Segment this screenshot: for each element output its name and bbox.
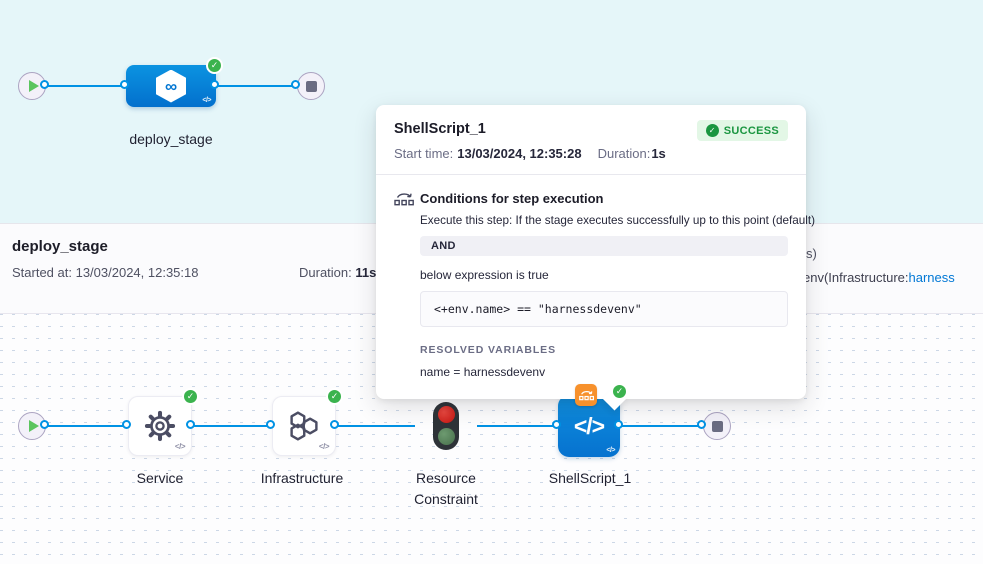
- check-glyph: ✓: [211, 60, 219, 71]
- edge-resource-to-shell: [477, 425, 558, 427]
- step-details-popover: ShellScript_1 ✓ SUCCESS Start time: 13/0…: [376, 105, 806, 399]
- stop-icon: [306, 81, 317, 92]
- hexagons-icon: [287, 411, 321, 441]
- stage-label: deploy_stage: [101, 129, 241, 150]
- code-mini-icon: </>: [606, 447, 615, 454]
- link-dot: [186, 420, 195, 429]
- link-dot: [122, 420, 131, 429]
- link-dot: [697, 420, 706, 429]
- pipeline-end-node[interactable]: [297, 72, 325, 100]
- traffic-light-icon: [433, 402, 459, 450]
- edge-stage-to-end: [216, 85, 297, 87]
- link-dot: [120, 80, 129, 89]
- link-dot: [614, 420, 623, 429]
- resolved-variables-title: RESOLVED VARIABLES: [420, 344, 788, 356]
- code-icon: </>: [574, 413, 604, 440]
- link-dot: [40, 420, 49, 429]
- conditions-content: Execute this step: If the stage executes…: [420, 214, 788, 379]
- step-label-service: Service: [98, 468, 222, 489]
- execute-condition-text: Execute this step: If the stage executes…: [420, 214, 788, 227]
- traffic-light-red: [438, 406, 455, 423]
- shellscript-success-check-icon: ✓: [611, 383, 628, 400]
- link-dot: [552, 420, 561, 429]
- duration-label: Duration:: [598, 146, 651, 161]
- summary-right-fragment-1: s): [806, 246, 817, 261]
- code-mini-icon: </>: [319, 442, 329, 451]
- conditional-icon: [579, 389, 594, 401]
- summary-env-text: env(Infrastructure:: [803, 270, 909, 285]
- link-dot: [266, 420, 275, 429]
- conditional-execution-icon: [394, 191, 414, 206]
- expression-code-block: <+env.name> == "harnessdevenv": [420, 291, 788, 327]
- infrastructure-success-check-icon: ✓: [326, 388, 343, 405]
- conditions-row: Conditions for step execution: [394, 191, 788, 206]
- edge-service-to-infra: [192, 425, 272, 427]
- link-dot: [40, 80, 49, 89]
- step-node-service[interactable]: </>: [128, 396, 192, 456]
- summary-duration: Duration: 11s: [299, 265, 376, 280]
- gear-icon: [142, 408, 178, 444]
- duration-value: 1s: [651, 146, 665, 161]
- status-badge: ✓ SUCCESS: [697, 120, 788, 141]
- step-node-resource-constraint[interactable]: [415, 396, 477, 456]
- summary-started-at: Started at: 13/03/2024, 12:35:18: [12, 265, 198, 280]
- summary-stage-title: deploy_stage: [12, 238, 108, 255]
- code-mini-icon: </>: [202, 97, 211, 104]
- conditional-execution-badge-icon: [575, 384, 597, 406]
- stage-success-check-icon: ✓: [206, 57, 223, 74]
- check-glyph: ✓: [331, 391, 339, 402]
- popover-subtitle: Start time: 13/03/2024, 12:35:28 Duratio…: [394, 146, 788, 161]
- step-label-infrastructure: Infrastructure: [240, 468, 364, 489]
- execution-end-node[interactable]: [703, 412, 731, 440]
- check-glyph: ✓: [616, 386, 624, 397]
- link-dot: [210, 80, 219, 89]
- step-label-shellscript: ShellScript_1: [528, 468, 652, 489]
- expression-intro: below expression is true: [420, 268, 788, 282]
- play-icon: [29, 420, 39, 432]
- start-time-label: Start time:: [394, 146, 453, 161]
- link-dot: [330, 420, 339, 429]
- service-success-check-icon: ✓: [182, 388, 199, 405]
- summary-duration-label: Duration:: [299, 265, 355, 280]
- check-glyph: ✓: [187, 391, 195, 402]
- popover-body: Conditions for step execution Execute th…: [376, 175, 806, 399]
- conditions-title: Conditions for step execution: [420, 191, 603, 206]
- edge-infra-to-resource: [336, 425, 415, 427]
- stage-node-deploy-stage[interactable]: ∞ </>: [126, 65, 216, 107]
- check-glyph: ✓: [709, 126, 716, 135]
- operator-pill: AND: [420, 236, 788, 256]
- infinity-icon: ∞: [165, 78, 177, 95]
- summary-env-link[interactable]: harness: [909, 270, 955, 285]
- resolved-variable-value: name = harnessdevenv: [420, 365, 788, 379]
- step-node-infrastructure[interactable]: </>: [272, 396, 336, 456]
- summary-duration-value: 11s: [355, 265, 376, 280]
- start-time-value: 13/03/2024, 12:35:28: [457, 146, 581, 161]
- stop-icon: [712, 421, 723, 432]
- summary-right-fragment-2: env(Infrastructure:harness: [803, 270, 955, 285]
- play-icon: [29, 80, 39, 92]
- link-dot: [291, 80, 300, 89]
- harness-deploy-icon: ∞: [156, 70, 186, 103]
- success-check-icon: ✓: [706, 124, 719, 137]
- popover-header: ShellScript_1 ✓ SUCCESS Start time: 13/0…: [376, 105, 806, 175]
- status-badge-label: SUCCESS: [724, 125, 779, 137]
- code-mini-icon: </>: [175, 442, 185, 451]
- traffic-light-green: [438, 428, 455, 445]
- step-label-resource-constraint: Resource Constraint: [396, 468, 496, 510]
